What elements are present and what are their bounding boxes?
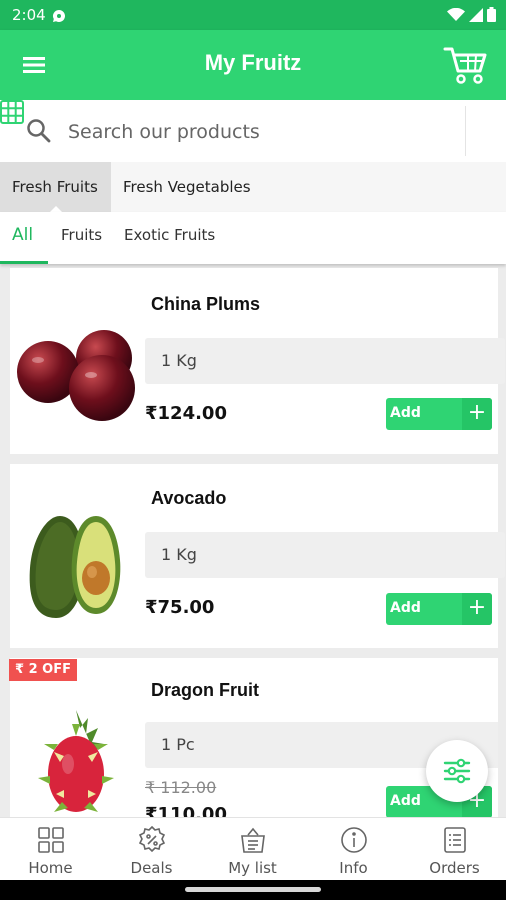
filter-button[interactable]	[426, 740, 488, 802]
original-price: ₹ 112.00	[145, 778, 217, 797]
search-icon	[26, 118, 52, 148]
plus-icon: +	[462, 398, 492, 430]
info-icon	[341, 827, 367, 853]
add-label: Add	[390, 405, 421, 421]
plus-icon: +	[462, 593, 492, 625]
status-bar: 2:04	[0, 0, 506, 30]
product-name: Dragon Fruit	[151, 680, 259, 700]
tab-label: Fresh Fruits	[12, 178, 98, 196]
china-plums-image	[16, 320, 140, 430]
sub-tab-exotic-fruits[interactable]: Exotic Fruits	[124, 226, 215, 244]
status-time: 2:04	[12, 6, 46, 24]
add-to-cart-button[interactable]: Add +	[386, 398, 492, 430]
percent-badge-icon	[138, 826, 166, 853]
nav-label: Deals	[130, 859, 173, 877]
sub-tab-fruits[interactable]: Fruits	[61, 226, 102, 244]
nav-label: Home	[28, 859, 73, 877]
product-name: China Plums	[151, 294, 261, 314]
system-navigation-bar	[0, 880, 506, 900]
size-selector[interactable]: 1 Kg	[145, 532, 505, 578]
dragon-fruit-image	[16, 706, 140, 816]
sub-tab-all[interactable]: All	[12, 225, 33, 245]
tab-fresh-vegetables[interactable]: Fresh Vegetables	[111, 162, 263, 212]
nav-label: Orders	[429, 859, 480, 877]
search-input[interactable]	[68, 118, 448, 146]
discount-badge: ₹ 2 OFF	[9, 659, 77, 681]
nav-info[interactable]: Info	[303, 818, 404, 881]
search-divider	[465, 106, 466, 156]
add-label: Add	[390, 600, 421, 616]
sub-category-tabs: All Fruits Exotic Fruits	[0, 212, 506, 264]
tab-label: Fresh Vegetables	[123, 178, 251, 196]
orders-list-icon	[444, 827, 466, 853]
nav-my-list[interactable]: My list	[202, 818, 303, 881]
cart-icon[interactable]	[442, 44, 488, 86]
app-title: My Fruitz	[204, 50, 302, 75]
sub-tab-underline	[0, 261, 48, 264]
message-notification-icon	[52, 8, 66, 27]
app-bar: My Fruitz	[0, 30, 506, 100]
add-label: Add	[390, 793, 421, 809]
product-price: ₹110.00	[145, 804, 227, 817]
nav-deals[interactable]: Deals	[101, 818, 202, 881]
product-card[interactable]: Avocado 1 Kg ₹75.00 Add +	[10, 464, 505, 648]
product-name: Avocado	[151, 488, 227, 508]
search-bar	[0, 100, 506, 162]
product-card[interactable]: Dragon Fruit 1 Pc ₹ 112.00 ₹110.00 Add +	[10, 658, 498, 817]
add-to-cart-button[interactable]: Add +	[386, 593, 492, 625]
size-selector[interactable]: 1 Kg	[145, 338, 505, 384]
product-card[interactable]: China Plums 1 Kg ₹124.00 Add +	[10, 268, 505, 454]
home-gesture-pill[interactable]	[185, 887, 321, 892]
tab-fresh-fruits[interactable]: Fresh Fruits	[0, 162, 111, 212]
battery-icon	[487, 7, 496, 22]
category-tabs: Fresh Fruits Fresh Vegetables	[0, 162, 506, 212]
nav-label: Info	[339, 859, 368, 877]
avocado-image	[16, 512, 140, 620]
product-price: ₹75.00	[145, 597, 215, 618]
nav-label: My list	[228, 859, 277, 877]
signal-icon	[469, 7, 483, 22]
product-price: ₹124.00	[145, 403, 227, 424]
bottom-navigation: Home Deals My list Info Orders	[0, 817, 506, 880]
basket-list-icon	[241, 827, 265, 853]
nav-orders[interactable]: Orders	[404, 818, 505, 881]
grid-view-icon[interactable]	[0, 100, 24, 124]
nav-home[interactable]: Home	[0, 818, 101, 881]
grid-icon	[38, 827, 64, 853]
system-icons	[447, 7, 496, 22]
wifi-icon	[447, 7, 465, 21]
